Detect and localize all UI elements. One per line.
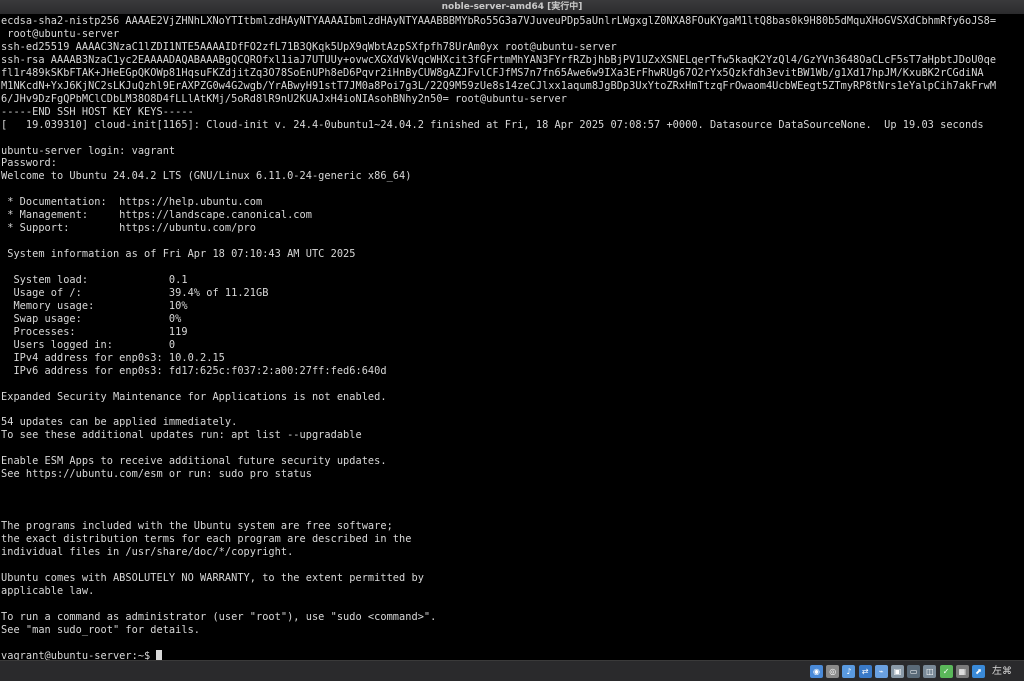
optical-drive-icon[interactable]: ◎ bbox=[826, 665, 840, 678]
console-line: root@ubuntu-server bbox=[1, 27, 120, 40]
console-line: 54 updates can be applied immediately. bbox=[1, 416, 238, 429]
shell-prompt-line[interactable]: vagrant@ubuntu-server:~$ bbox=[1, 649, 163, 660]
video-capture-icon[interactable]: ◫ bbox=[923, 665, 937, 678]
title-bar[interactable]: noble-server-amd64 [実行中] bbox=[0, 0, 1024, 15]
console-line: Welcome to Ubuntu 24.04.2 LTS (GNU/Linux… bbox=[1, 170, 412, 183]
audio-icon[interactable]: ♪ bbox=[842, 665, 856, 678]
console-line: -----END SSH HOST KEY KEYS----- bbox=[1, 105, 194, 118]
console-line: Ubuntu comes with ABSOLUTELY NO WARRANTY… bbox=[1, 571, 424, 584]
console-line: * Management: https://landscape.canonica… bbox=[1, 209, 312, 222]
window-title: noble-server-amd64 [実行中] bbox=[441, 2, 583, 12]
display-icon[interactable]: ▭ bbox=[907, 665, 921, 678]
host-key-indicator[interactable]: 左⌘ bbox=[992, 664, 1012, 679]
console-line: M1NKcdN+YxJ6KjNC2sLKJuQzhl9ErAXPZG0w4G2w… bbox=[1, 79, 997, 92]
console-line: the exact distribution terms for each pr… bbox=[1, 533, 412, 545]
console-line: individual files in /usr/share/doc/*/cop… bbox=[1, 545, 294, 558]
console-line: 6/JHv9DzFgQPbMClCDbLM38O8D4fLLlAtKMj/5oR… bbox=[1, 92, 567, 105]
console-line: Enable ESM Apps to receive additional fu… bbox=[1, 455, 387, 468]
console-line: The programs included with the Ubuntu sy… bbox=[1, 520, 393, 533]
vm-window: noble-server-amd64 [実行中] ecdsa-sha2-nist… bbox=[0, 0, 1024, 681]
console-line: applicable law. bbox=[1, 584, 95, 597]
console-line: IPv6 address for enp0s3: fd17:625c:f037:… bbox=[1, 364, 387, 377]
console-line: To run a command as administrator (user … bbox=[1, 610, 437, 623]
shared-folder-icon[interactable]: ▣ bbox=[891, 665, 904, 678]
console-line: ssh-rsa AAAAB3NzaC1yc2EAAAADAQABAAABgQCQ… bbox=[1, 53, 997, 66]
terminal-console[interactable]: ecdsa-sha2-nistp256 AAAAE2VjZHNhLXNoYTIt… bbox=[0, 14, 1024, 660]
hard-disk-icon[interactable]: ◉ bbox=[810, 665, 823, 678]
console-line: Users logged in: 0 bbox=[1, 338, 176, 351]
status-bar: 左⌘ ◉ ◎ ♪ ⇄ ⌁ ▣ ▭ ◫ ✓ ▦ ⬈ bbox=[0, 660, 1024, 681]
console-line: ssh-ed25519 AAAAC3NzaC1lZDI1NTE5AAAAIDfF… bbox=[1, 40, 617, 53]
text-cursor bbox=[156, 649, 163, 660]
mouse-integration-icon[interactable]: ⬈ bbox=[972, 665, 985, 678]
console-line: See https://ubuntu.com/esm or run: sudo … bbox=[1, 468, 312, 481]
network-icon[interactable]: ⇄ bbox=[858, 665, 872, 678]
console-line: ubuntu-server login: vagrant bbox=[1, 144, 176, 157]
usb-icon[interactable]: ⌁ bbox=[874, 665, 888, 678]
cpu-icon[interactable]: ▦ bbox=[955, 665, 969, 678]
console-line: Password: bbox=[1, 157, 57, 170]
console-line: ecdsa-sha2-nistp256 AAAAE2VjZHNhLXNoYTIt… bbox=[1, 15, 997, 27]
console-line: Usage of /: 39.4% of 11.21GB bbox=[1, 286, 269, 299]
console-line: Swap usage: 0% bbox=[1, 312, 182, 325]
console-line: Expanded Security Maintenance for Applic… bbox=[1, 390, 387, 403]
console-line: Processes: 119 bbox=[1, 325, 188, 338]
console-line: * Support: https://ubuntu.com/pro bbox=[1, 222, 256, 235]
console-line: IPv4 address for enp0s3: 10.0.2.15 bbox=[1, 351, 225, 364]
shell-prompt: vagrant@ubuntu-server:~$ bbox=[1, 649, 157, 660]
guest-additions-icon[interactable]: ✓ bbox=[939, 665, 953, 678]
console-line: System load: 0.1 bbox=[1, 274, 188, 286]
console-line: System information as of Fri Apr 18 07:1… bbox=[1, 248, 356, 261]
console-line: See "man sudo_root" for details. bbox=[1, 623, 201, 636]
console-line: fl1r489kSKbFTAK+JHeEGpQKOWp81HqsuFKZdjit… bbox=[1, 66, 984, 79]
console-line: * Documentation: https://help.ubuntu.com bbox=[1, 196, 263, 209]
console-line: Memory usage: 10% bbox=[1, 299, 188, 312]
console-line: To see these additional updates run: apt… bbox=[1, 429, 362, 442]
console-line: [ 19.039310] cloud-init[1165]: Cloud-ini… bbox=[1, 118, 984, 131]
